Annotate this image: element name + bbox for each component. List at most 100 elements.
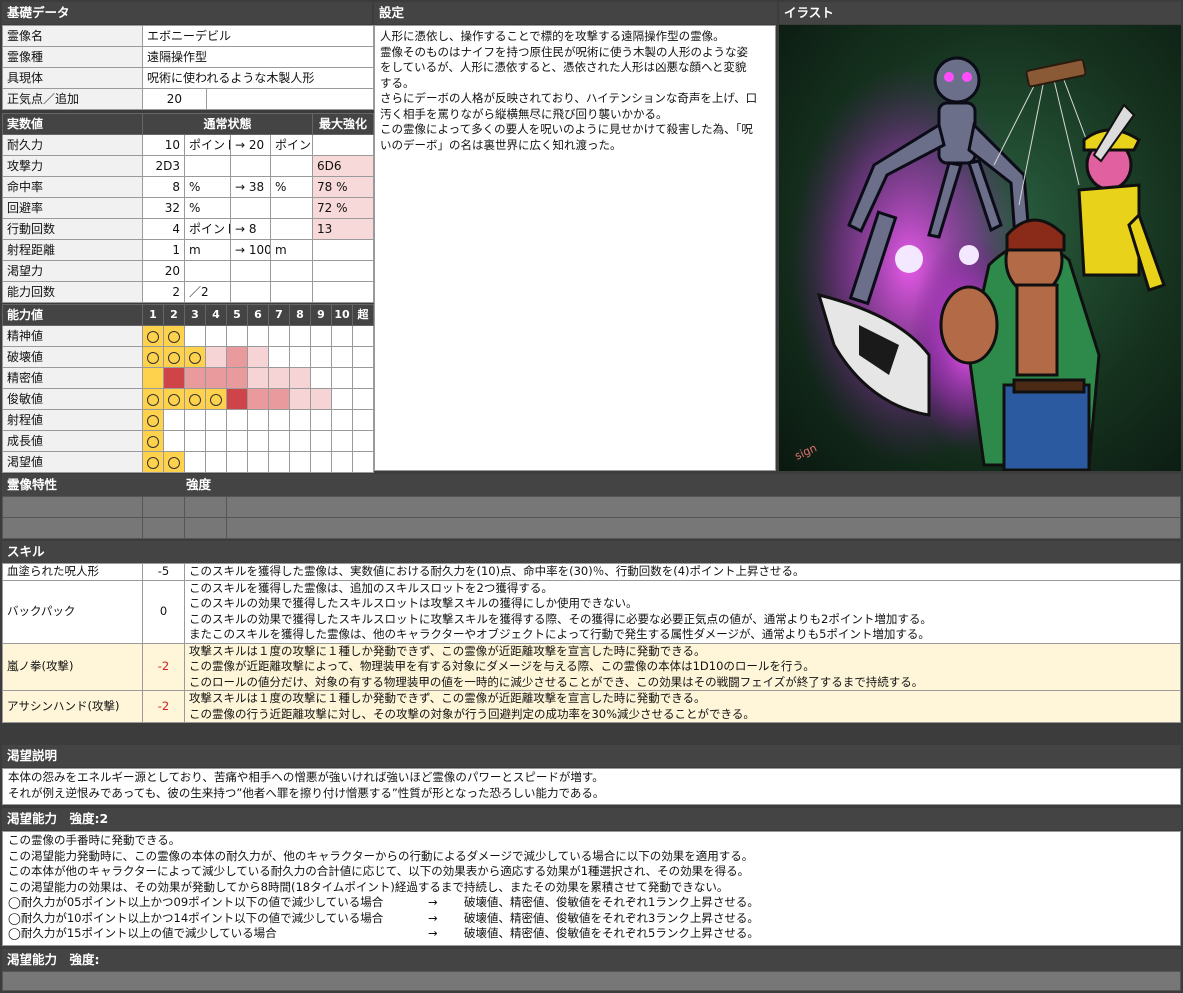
svg-text:sign: sign: [793, 441, 819, 462]
basic-table: 霊像名 エボニーデビル 霊像種 遠隔操作型 具現体 呪術に使われるような木製人形 正気点／追…: [2, 25, 375, 110]
ability-cell: [205, 346, 227, 368]
ability-cell: [163, 367, 185, 389]
skill-cost: -5: [142, 563, 185, 581]
ability-label: 精密値: [2, 367, 143, 389]
illustration-header: イラスト: [779, 2, 1181, 24]
basic-label: 霊像種: [2, 46, 143, 68]
stats-max-header: 最大強化: [312, 113, 375, 135]
stat-row: 耐久力10ポイント→ 20ポイント: [2, 134, 375, 156]
ability-cell: [268, 346, 290, 368]
skill-desc-line: この霊像が近距離攻撃によって、物理装甲を有する対象にダメージを与える際、この霊像…: [189, 659, 815, 673]
skill-row: 血塗られた呪人形 -5 このスキルを獲得した霊像は、実数値における耐久力を(10)点…: [2, 563, 1181, 581]
ability-cell: [184, 367, 206, 389]
skill-desc-line: このスキルの効果で獲得したスキルスロットに攻撃スキルを獲得する際、その獲得に必要…: [189, 611, 932, 626]
ability-cell: [205, 430, 227, 452]
stats-table: 実数値 通常状態 最大強化 耐久力10ポイント→ 20ポイント攻撃力2D36D6…: [2, 113, 375, 303]
skill-desc: このスキルを獲得した霊像は、追加のスキルスロットを2つ獲得する。このスキルの効果…: [184, 579, 1181, 644]
ability-cell: [289, 451, 311, 473]
ability-cell: [226, 451, 248, 473]
skill-name: 嵐ノ拳(攻撃): [2, 642, 143, 691]
stat-boost-unit: [269, 260, 314, 282]
ability-cell: [226, 430, 248, 452]
setting-line: 汚く相手を罵りながら縦横無尽に飛び回り襲いかかる。: [380, 106, 668, 121]
traits-table: [2, 496, 1181, 539]
ability-cell: [352, 409, 374, 431]
stat-max: 72 %: [312, 197, 375, 219]
stat-row: 攻撃力 2D3 6D6: [2, 155, 375, 177]
rank-circle-icon: [168, 393, 180, 406]
basic-label: 具現体: [2, 67, 143, 89]
basic-header: 基礎データ: [2, 2, 372, 24]
stat-value: 32: [142, 197, 185, 219]
stat-row: 命中率 8% → 38% 78 %: [2, 176, 375, 198]
rank-circle-icon: [147, 330, 159, 343]
ability-cell: [310, 430, 332, 452]
setting-line: いのデーボ」の名は裏世界に広く知れ渡った。: [380, 137, 622, 152]
stat-row: 行動回数4ポイント→ 8 13: [2, 218, 375, 240]
ability-cell: [205, 367, 227, 389]
ability-cell: [247, 367, 269, 389]
ability-cell: [310, 409, 332, 431]
ability-cell: [310, 367, 332, 389]
ability-cell: [352, 325, 374, 347]
craving-effect-condition: ◯耐久力が10ポイント以上かつ14ポイント以下の値で減少している場合: [8, 910, 384, 925]
ability-cell: [142, 409, 164, 431]
ability-cell: [289, 388, 311, 410]
skill-desc: 攻撃スキルは１度の攻撃に１種しか発動できず、この霊像が近距離攻撃を宣言した時に発…: [184, 642, 1181, 691]
stat-boost: → 100: [230, 239, 271, 261]
skill-row: 嵐ノ拳(攻撃) -2 攻撃スキルは１度の攻撃に１種しか発動できず、この霊像が近距離攻…: [2, 642, 1181, 691]
stat-unit: ポイント: [184, 218, 231, 240]
stat-row: 射程距離 1 m → 100 m: [2, 239, 375, 261]
ability-cell: [331, 325, 353, 347]
ability-cell: [310, 451, 332, 473]
stat-label: 行動回数: [2, 218, 143, 240]
ability-cell: [184, 346, 206, 368]
ability-row: 渇望値: [2, 451, 374, 473]
stat-boost-unit: [269, 197, 314, 219]
rank-circle-icon: [168, 330, 180, 343]
skill-desc-line: このスキルを獲得した霊像は、追加のスキルスロットを2つ獲得する。: [189, 580, 553, 595]
ability-rank-5: 5: [226, 304, 248, 326]
rank-circle-icon: [147, 393, 159, 406]
ability-cell: [163, 346, 185, 368]
trait-row: [2, 496, 1181, 518]
ability-row: 精密値: [2, 367, 374, 389]
stat-boost: [230, 281, 271, 303]
arrow-right-icon: →: [428, 926, 438, 940]
stat-max: [312, 134, 375, 156]
arrow-right-icon: →: [428, 895, 438, 909]
setting-line: 霊像そのものはナイフを持つ原住民が呪術に使う木製の人形のような姿: [380, 44, 748, 59]
craving-ability-header: 渇望能力 強度:2: [2, 808, 1181, 830]
ability-cell: [142, 346, 164, 368]
ability-cell: [331, 430, 353, 452]
stat-boost: → 20: [230, 134, 271, 156]
stat-boost-unit: [269, 218, 314, 240]
craving-ability-line: この渇望能力の効果は、その効果が発動してから8時間(18タイムポイント)経過する…: [8, 879, 729, 894]
ability-label: 射程値: [2, 409, 143, 431]
rank-circle-icon: [147, 414, 159, 427]
ability-cell: [247, 451, 269, 473]
stat-boost-unit: %: [269, 176, 314, 198]
craving-effect-row: ◯耐久力が05ポイント以上かつ09ポイント以下の値で減少している場合 → 破壊値、精…: [8, 895, 1175, 911]
ability-cell: [247, 430, 269, 452]
traits-header: 霊像特性 強度: [2, 474, 1181, 496]
setting-header: 設定: [374, 2, 777, 24]
ability-cell: [289, 409, 311, 431]
ability-cell: [226, 409, 248, 431]
skill-desc-line: このスキルを獲得した霊像は、実数値における耐久力を(10)点、命中率を(30)％…: [189, 564, 805, 578]
ability-cell: [163, 388, 185, 410]
setting-line: 人形に憑依し、操作することで標的を攻撃する遠隔操作型の霊像。: [380, 29, 725, 43]
ability-cell: [331, 409, 353, 431]
skills-header: スキル: [2, 541, 1181, 563]
craving-effect-result: 破壊値、精密値、俊敏値をそれぞれ1ランク上昇させる。: [464, 895, 759, 909]
skill-desc-line: またこのスキルを獲得した霊像は、他のキャラクターやオブジェクトによって行動で発生…: [189, 627, 930, 641]
craving-effect-condition: ◯耐久力が05ポイント以上かつ09ポイント以下の値で減少している場合: [8, 895, 384, 909]
ability-cell: [184, 388, 206, 410]
ability-cell: [205, 451, 227, 473]
ability-cell: [268, 388, 290, 410]
craving-desc-text: 本体の怨みをエネルギー源としており、苦痛や相手への憎悪が強いければ強いほど霊像の…: [2, 768, 1181, 805]
stat-unit: m: [184, 239, 231, 261]
stat-value: 20: [142, 260, 185, 282]
ability-cell: [289, 430, 311, 452]
stat-max: 6D6: [312, 155, 375, 177]
